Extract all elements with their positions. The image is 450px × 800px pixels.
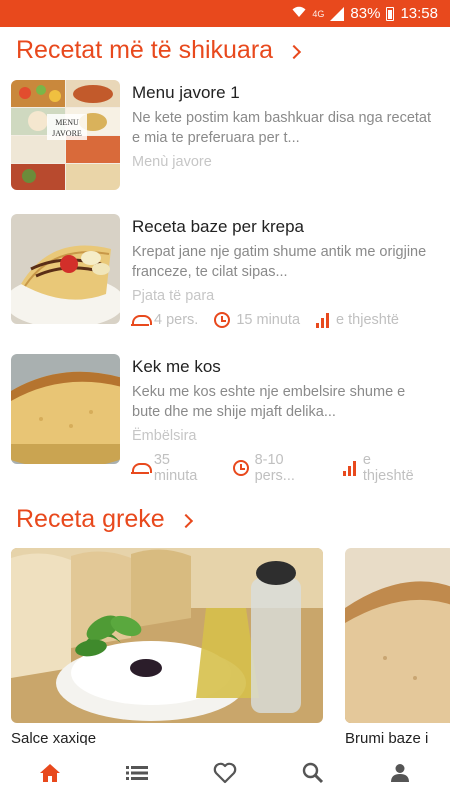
servings-icon [131,314,152,326]
recipe-title: Menu javore 1 [132,83,240,102]
clock-icon [214,312,231,328]
servings: 8-10 pers... [254,452,295,484]
difficulty-icon [316,312,330,328]
recipe-title: Receta baze per krepa [132,217,304,236]
nav-search[interactable] [283,748,343,798]
prep-time: 15 minuta [236,312,301,328]
status-bar: 4G 83% 13:58 [0,0,450,27]
recipe-meta: 4 pers. 15 minuta e thjeshtë [131,312,415,328]
battery-percent: 83% [350,5,381,22]
recipe-description: Keku me kos eshte nje embelsire shume e … [132,384,406,420]
section-greek-header[interactable]: Receta greke [16,505,193,534]
recipe-list-item[interactable]: Receta baze per krepa Krepat jane nje ga… [11,214,441,328]
signal-icon [330,6,345,21]
recipe-category: Ëmbëlsira [132,428,197,444]
recipe-list-item[interactable]: Kek me kos Keku me kos eshte nje embelsi… [11,354,441,484]
clock-icon [232,460,249,476]
recipe-category: Pjata të para [132,288,215,304]
bottom-nav [0,745,450,800]
battery-icon [386,6,395,21]
thumb-caption: MENU [55,118,79,127]
nav-profile[interactable] [370,748,430,798]
recipe-description: Ne kete postim kam bashkuar disa nga rec… [132,110,432,146]
difficulty-icon [343,460,357,476]
nav-home[interactable] [20,748,80,798]
section-most-viewed-header[interactable]: Recetat më të shikuara [16,36,302,65]
chevron-right-icon [287,44,302,59]
prep-time: 35 minuta [153,452,198,484]
recipe-list-item[interactable]: MENU JAVORE Menu javore 1 Ne kete postim… [11,80,441,192]
home-icon [39,763,60,782]
recipe-thumbnail [11,214,120,324]
section-title: Receta greke [16,505,165,533]
recipe-meta: 35 minuta 8-10 pers... e thjeshtë [131,452,441,484]
recipe-card-image [345,548,450,723]
chevron-right-icon [178,513,193,528]
recipe-description: Krepat jane nje gatim shume antik me ori… [132,244,427,280]
recipe-title: Kek me kos [132,357,221,376]
difficulty: e thjeshtë [336,312,399,328]
list-icon [126,765,149,780]
clock: 13:58 [400,5,438,22]
servings-icon [131,462,152,474]
difficulty: e thjeshtë [362,452,414,484]
svg-text:JAVORE: JAVORE [52,129,82,138]
recipe-category: Menù javore [132,154,212,170]
recipe-card-image [11,548,323,723]
recipe-thumbnail [11,354,120,464]
recipe-card[interactable] [11,548,323,723]
section-title: Recetat më të shikuara [16,36,274,64]
search-icon [302,762,323,783]
wifi-icon [292,6,306,21]
nav-list[interactable] [107,748,167,798]
nav-favorites[interactable] [195,748,255,798]
recipe-card[interactable] [345,548,450,723]
profile-icon [391,763,410,782]
network-type: 4G [312,8,325,19]
heart-icon [213,762,237,783]
recipe-thumbnail: MENU JAVORE [11,80,120,190]
servings: 4 pers. [154,312,199,328]
